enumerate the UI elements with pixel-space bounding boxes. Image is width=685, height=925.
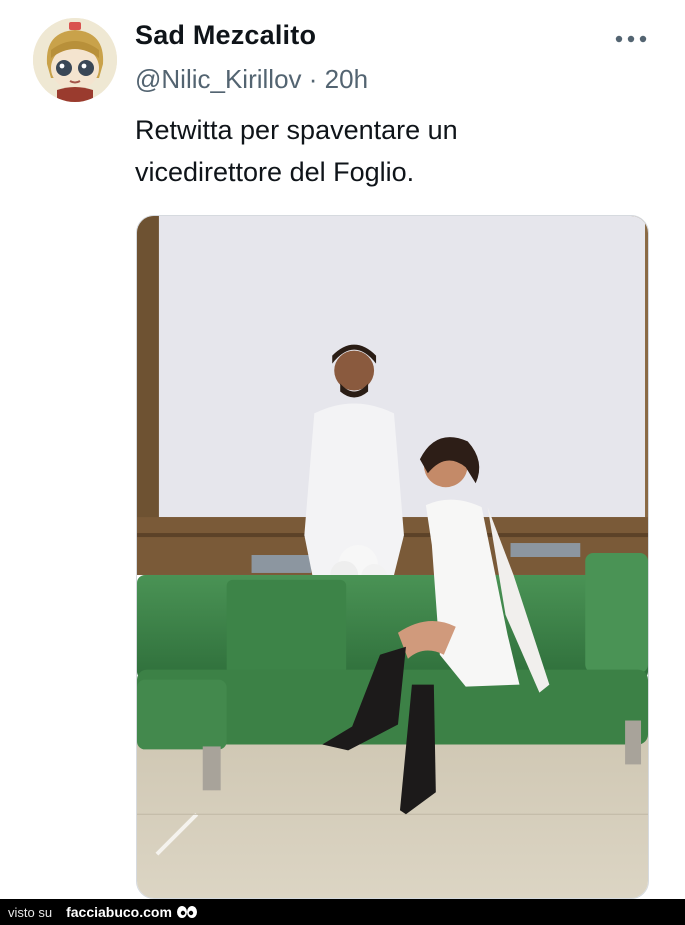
more-options-button[interactable]	[612, 28, 650, 50]
avatar[interactable]	[33, 18, 117, 102]
watermark-site-link[interactable]: facciabuco.com	[66, 904, 172, 920]
eyes-logo-icon	[176, 905, 198, 919]
more-dots-icon	[615, 35, 647, 43]
author-meta: @Nilic_Kirillov · 20h	[135, 64, 368, 95]
tweet-text-line: Retwitta per spaventare un	[135, 115, 458, 145]
tweet-photo[interactable]	[136, 215, 649, 899]
watermark-bar: visto su facciabuco.com	[0, 899, 685, 925]
tweet-text: Retwitta per spaventare un vicedirettore…	[135, 109, 635, 193]
watermark-label: visto su	[8, 904, 53, 920]
tweet-text-line: vicedirettore del Foglio.	[135, 157, 415, 187]
photo-scene	[137, 216, 648, 898]
author-display-name[interactable]: Sad Mezcalito	[135, 20, 316, 51]
author-handle[interactable]: @Nilic_Kirillov	[135, 64, 302, 94]
avatar-illustration	[33, 18, 117, 102]
meta-separator: ·	[308, 64, 318, 94]
tweet-timestamp[interactable]: 20h	[325, 64, 368, 94]
